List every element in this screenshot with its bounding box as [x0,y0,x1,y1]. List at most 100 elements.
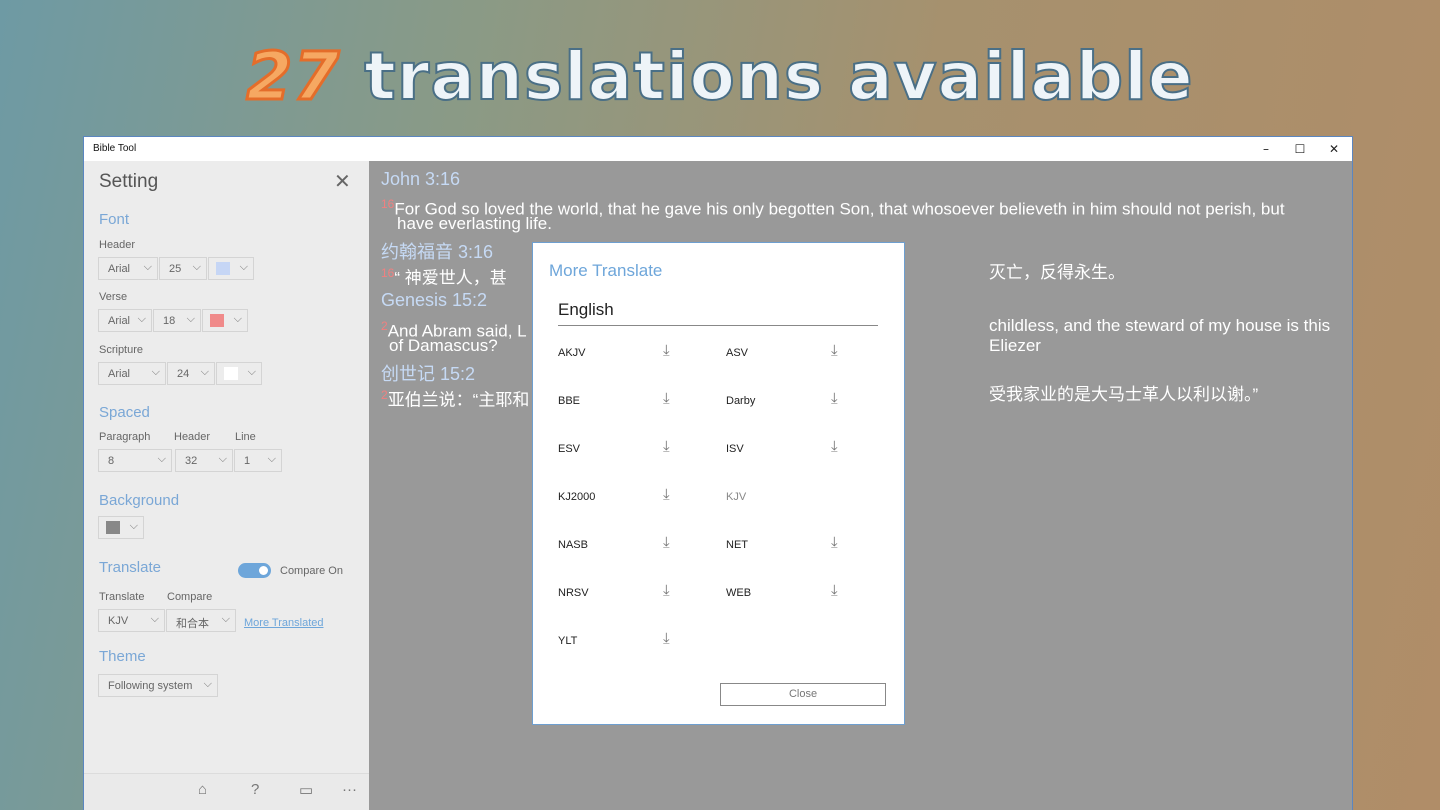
chevron-down-icon: ⌵ [221,613,230,625]
verse-font-size-dropdown[interactable]: 18 ⌵ [153,309,201,332]
header-color-picker[interactable]: ⌵ [208,257,254,280]
chevron-down-icon: ⌵ [150,613,159,625]
scripture-color-picker[interactable]: ⌵ [216,362,262,385]
download-icon[interactable]: ⤓ [663,438,670,455]
toggle-knob [259,566,268,575]
dropdown-value: 1 [244,455,251,467]
more-translate-dialog: More Translate English AKJV ⤓ ASV ⤓ BBE … [532,242,905,725]
translation-nasb: NASB [558,539,588,551]
color-swatch [106,521,120,534]
maximize-button[interactable]: ☐ [1292,141,1308,157]
close-settings-icon[interactable]: ✕ [334,169,351,194]
verse-font-family-dropdown[interactable]: Arial ⌵ [98,309,152,332]
download-icon[interactable]: ⤓ [663,390,670,407]
dropdown-value: Arial [108,315,131,327]
translation-kj2000: KJ2000 [558,491,596,503]
compare-dropdown[interactable]: 和合本 ⌵ [166,609,236,632]
chevron-down-icon: ⌵ [247,366,256,378]
divider [558,325,878,326]
font-section-title: Font [99,211,130,228]
paragraph-spacing-dropdown[interactable]: 8 ⌵ [98,449,172,472]
chevron-down-icon: ⌵ [203,678,212,690]
theme-dropdown[interactable]: Following system ⌵ [98,674,218,697]
translate-section-title: Translate [99,559,161,576]
theme-section-title: Theme [99,648,146,665]
settings-title: Setting [99,171,159,192]
chevron-down-icon: ⌵ [186,313,195,325]
download-icon[interactable]: ⤓ [831,342,838,359]
verse-text-continued: have everlasting life. [397,214,552,233]
home-icon[interactable]: ⌂ [198,781,207,798]
verse-font-label: Verse [99,291,128,303]
download-icon[interactable]: ⤓ [831,534,838,551]
close-dialog-button[interactable]: Close [720,683,886,706]
color-swatch [216,262,230,275]
spaced-section-title: Spaced [99,404,150,421]
settings-panel: Setting ✕ Font Header Arial ⌵ 25 ⌵ ⌵ Ver… [84,161,369,810]
scripture-font-size-dropdown[interactable]: 24 ⌵ [167,362,215,385]
translation-bbe: BBE [558,395,581,407]
download-icon[interactable]: ⤓ [831,438,838,455]
verse-text: 亚伯兰说：“主耶和 [387,390,530,410]
language-heading: English [558,300,614,319]
paragraph-label: Paragraph [99,431,151,443]
verse-number: 16 [381,197,395,211]
download-icon[interactable]: ⤓ [831,582,838,599]
translation-ylt: YLT [558,635,578,647]
download-icon[interactable]: ⤓ [663,342,670,359]
download-icon[interactable]: ⤓ [663,486,670,503]
header-font-label: Header [99,239,136,251]
help-icon[interactable]: ? [251,781,259,798]
minimize-button[interactable]: – [1258,141,1274,157]
chevron-down-icon: ⌵ [137,313,146,325]
verse-color-picker[interactable]: ⌵ [202,309,248,332]
download-icon[interactable]: ⤓ [663,582,670,599]
banner-number: 27 [245,37,341,117]
passage-verse: 2亚伯兰说：“主耶和 [381,385,529,411]
background-color-picker[interactable]: ⌵ [98,516,144,539]
translation-kjv: KJV [726,491,747,503]
translation-isv: ISV [726,443,744,455]
header-spacing-dropdown[interactable]: 32 ⌵ [175,449,233,472]
translation-esv: ESV [558,443,581,455]
promo-banner: 27 translations available [0,37,1440,117]
more-translated-link[interactable]: More Translated [244,617,323,629]
header-font-family-dropdown[interactable]: Arial ⌵ [98,257,158,280]
title-bar: Bible Tool – ☐ ✕ [84,137,1352,161]
banner-text: translations available [363,37,1194,116]
more-options-icon[interactable]: ··· [342,781,357,798]
chevron-down-icon: ⌵ [192,261,201,273]
chevron-down-icon: ⌵ [218,453,227,465]
verse-text: “ 神爱世人，甚 [394,268,507,288]
header-font-size-dropdown[interactable]: 25 ⌵ [159,257,207,280]
download-icon[interactable]: ⤓ [663,534,670,551]
display-icon[interactable]: ▭ [299,781,313,799]
scripture-font-family-dropdown[interactable]: Arial ⌵ [98,362,166,385]
chevron-down-icon: ⌵ [267,453,276,465]
compare-toggle-label: Compare On [280,565,343,577]
chevron-down-icon: ⌵ [151,366,160,378]
bottom-toolbar: ⌂ ? ▭ ··· [84,773,369,810]
compare-toggle[interactable] [238,563,271,578]
dropdown-value: 24 [177,368,190,380]
translation-asv: ASV [726,347,749,359]
verse-number: 2 [381,388,388,402]
scripture-font-label: Scripture [99,344,144,356]
download-icon[interactable]: ⤓ [663,630,670,647]
translate-dropdown[interactable]: KJV ⌵ [98,609,165,632]
translation-akjv: AKJV [558,347,586,359]
verse-text-continued: of Damascus? [389,336,498,355]
color-swatch [224,367,238,380]
dropdown-value: 25 [169,263,182,275]
chevron-down-icon: ⌵ [200,366,209,378]
passage-header: 创世记 15:2 [381,364,476,384]
color-swatch [210,314,224,327]
dropdown-value: Following system [108,680,193,692]
download-icon[interactable]: ⤓ [831,390,838,407]
translation-nrsv: NRSV [558,587,589,599]
line-spacing-dropdown[interactable]: 1 ⌵ [234,449,282,472]
dropdown-value: KJV [108,615,129,627]
close-window-button[interactable]: ✕ [1326,141,1342,157]
chevron-down-icon: ⌵ [129,520,138,532]
compare-label: Compare [167,591,213,603]
